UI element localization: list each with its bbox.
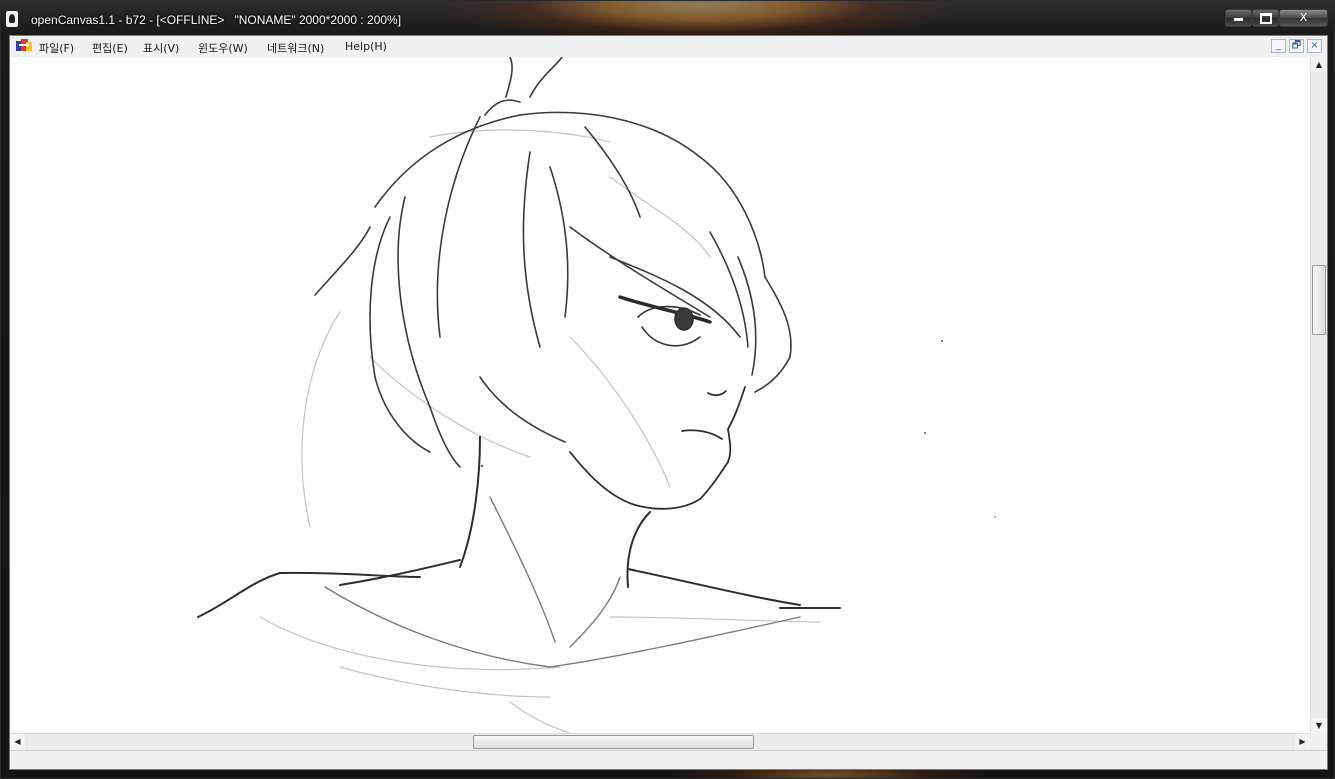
menu-view[interactable]: 표시(V) <box>143 40 179 56</box>
drawing-canvas[interactable] <box>10 57 1310 733</box>
window-title: openCanvas1.1 - b72 - [<OFFLINE> "NONAME… <box>31 13 402 27</box>
minimize-icon <box>1234 18 1243 21</box>
menu-bar: 파일(F) 편집(E) 표시(V) 윈도우(W) 네트워크(N) Help(H)… <box>10 36 1327 58</box>
app-icon[interactable] <box>6 11 18 27</box>
minimize-button[interactable] <box>1225 9 1252 27</box>
client-area: 파일(F) 편집(E) 표시(V) 윈도우(W) 네트워크(N) Help(H)… <box>9 35 1328 770</box>
close-icon: X <box>1299 11 1308 24</box>
menu-file[interactable]: 파일(F) <box>39 40 74 56</box>
horizontal-scrollbar[interactable]: ◀ ▶ <box>10 733 1310 750</box>
scroll-down-icon[interactable]: ▼ <box>1311 718 1327 733</box>
document-icon[interactable] <box>16 39 32 53</box>
menu-network[interactable]: 네트워크(N) <box>267 40 324 56</box>
scroll-right-icon[interactable]: ▶ <box>1295 734 1310 750</box>
menu-edit[interactable]: 편집(E) <box>92 40 128 56</box>
sketch-artwork <box>197 57 996 733</box>
scroll-up-icon[interactable]: ▲ <box>1311 57 1327 72</box>
title-bar[interactable]: openCanvas1.1 - b72 - [<OFFLINE> "NONAME… <box>1 1 1334 35</box>
document-minimize-button[interactable]: _ <box>1271 39 1286 53</box>
document-restore-button[interactable]: 🗗 <box>1289 39 1304 53</box>
menu-help[interactable]: Help(H) <box>345 40 387 53</box>
close-button[interactable]: X <box>1279 9 1328 27</box>
status-bar <box>10 750 1327 769</box>
maximize-icon <box>1259 13 1272 24</box>
document-close-button[interactable]: × <box>1307 39 1322 53</box>
horizontal-scroll-thumb[interactable] <box>473 735 754 749</box>
maximize-button[interactable] <box>1252 9 1279 27</box>
scroll-left-icon[interactable]: ◀ <box>10 734 25 750</box>
app-window: openCanvas1.1 - b72 - [<OFFLINE> "NONAME… <box>0 0 1335 779</box>
vertical-scroll-thumb[interactable] <box>1312 265 1326 335</box>
vertical-scrollbar[interactable]: ▲ ▼ <box>1310 57 1327 733</box>
menu-window[interactable]: 윈도우(W) <box>198 40 248 56</box>
scroll-corner <box>1310 733 1327 750</box>
